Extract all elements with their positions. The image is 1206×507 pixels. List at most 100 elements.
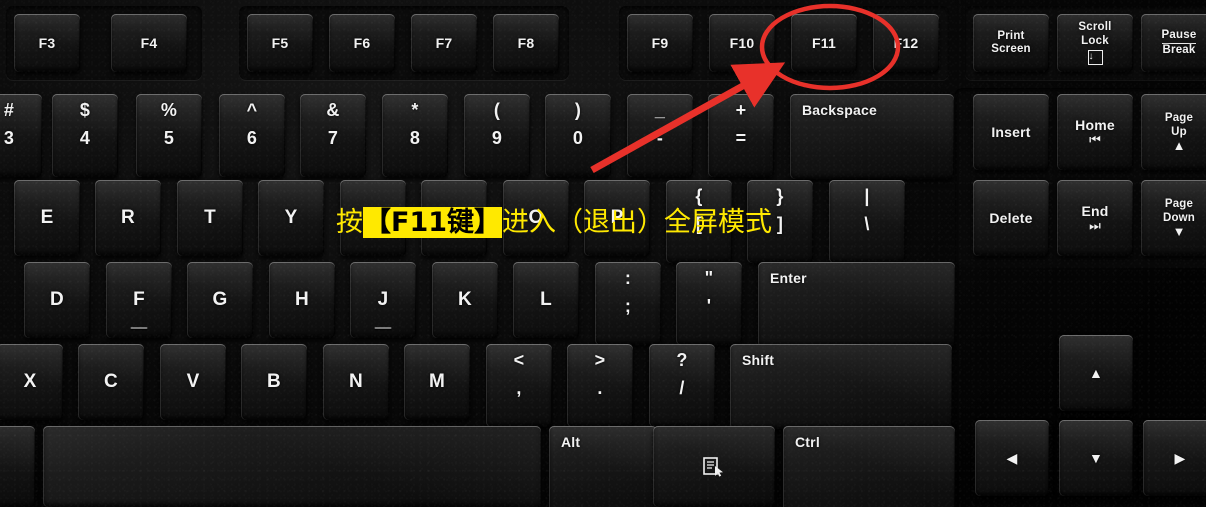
key-f5[interactable]: F5 xyxy=(247,14,313,72)
key-y[interactable]: Y xyxy=(258,180,324,256)
key-m[interactable]: M xyxy=(404,344,470,420)
key-c[interactable]: C xyxy=(78,344,144,420)
key-v[interactable]: V xyxy=(160,344,226,420)
key-key[interactable] xyxy=(653,426,775,507)
key-key[interactable]: " ' xyxy=(676,262,742,345)
arrow-left-key[interactable]: ◀ xyxy=(975,420,1049,496)
key-legend: B xyxy=(267,371,281,393)
key-legend-bottom: Up xyxy=(1171,125,1187,138)
key-legend: F4 xyxy=(140,34,158,51)
key-delete[interactable]: Delete xyxy=(973,180,1049,256)
caption-suffix: 进入（退出）全屏模式 xyxy=(502,207,773,238)
key-legend-lower: , xyxy=(516,377,522,398)
key-legend: F9 xyxy=(651,34,669,51)
key-key[interactable] xyxy=(0,426,35,507)
key-3[interactable]: #3 xyxy=(0,94,42,177)
key-legend: End xyxy=(1081,203,1109,220)
key-legend: T xyxy=(204,207,216,229)
key-legend-top: Scroll xyxy=(1078,21,1112,34)
key-key[interactable]: :; xyxy=(595,262,661,345)
key-f3[interactable]: F3 xyxy=(14,14,80,72)
key-print-screen[interactable]: Print Screen xyxy=(973,14,1049,72)
key-h[interactable]: H xyxy=(269,262,335,338)
key-legend: Y xyxy=(284,207,298,229)
key-7[interactable]: & 7 xyxy=(300,94,366,177)
key-legend: F3 xyxy=(38,34,56,51)
key-f11[interactable]: F11 xyxy=(791,14,857,72)
key-legend: ▲ xyxy=(1088,364,1104,381)
key-legend-lower: ] xyxy=(776,213,784,234)
instruction-caption: 按【F11键】进入（退出）全屏模式 xyxy=(336,200,772,239)
key-legend: Enter xyxy=(770,270,807,286)
key-f[interactable]: F xyxy=(106,262,172,338)
key-legend: F12 xyxy=(893,34,919,51)
keyboard-screenshot: F3 F4 F5 F6 F7 F8 F9 F10 F11 F12 Print Screen Scroll… xyxy=(0,0,1206,507)
key-key[interactable]: | \ xyxy=(829,180,905,263)
key-key[interactable]: _ - xyxy=(627,94,693,177)
key-legend-upper: * xyxy=(411,100,419,120)
key-legend-lower: 4 xyxy=(79,127,91,148)
key-legend-lower: ; xyxy=(624,295,632,316)
key-r[interactable]: R xyxy=(95,180,161,256)
key-legend: Shift xyxy=(742,352,775,368)
key-alt[interactable]: Alt xyxy=(549,426,657,507)
key-legend-top: Page xyxy=(1164,198,1194,211)
key-f9[interactable]: F9 xyxy=(627,14,693,72)
key-5[interactable]: % 5 xyxy=(136,94,202,177)
key-key[interactable]: ? / xyxy=(649,344,715,427)
key-enter[interactable]: Enter xyxy=(758,262,955,347)
key-l[interactable]: L xyxy=(513,262,579,338)
key-j[interactable]: J xyxy=(350,262,416,338)
key-key[interactable]: <, xyxy=(486,344,552,427)
key-legend-lower: = xyxy=(735,127,747,148)
key-legend: X xyxy=(23,371,37,393)
key-legend-lower: 7 xyxy=(327,127,339,148)
key-legend-lower: ' xyxy=(706,295,712,316)
key-backspace[interactable]: Backspace xyxy=(790,94,954,179)
key-8[interactable]: * 8 xyxy=(382,94,448,177)
key-9[interactable]: (9 xyxy=(464,94,530,177)
key-end[interactable]: End ⏭ xyxy=(1057,180,1133,256)
key-ctrl[interactable]: Ctrl xyxy=(783,426,955,507)
key-key[interactable]: + = xyxy=(708,94,774,177)
scroll-lock-icon: ↓ xyxy=(1087,49,1103,65)
key-f8[interactable]: F8 xyxy=(493,14,559,72)
key-insert[interactable]: Insert xyxy=(973,94,1049,170)
key-legend-upper: _ xyxy=(654,100,666,120)
key-f4[interactable]: F4 xyxy=(111,14,187,72)
key-f10[interactable]: F10 xyxy=(709,14,775,72)
key-legend-lower: - xyxy=(656,127,664,148)
key-0[interactable]: ) 0 xyxy=(545,94,611,177)
key-legend-lower: 3 xyxy=(3,127,15,148)
key-legend: C xyxy=(104,371,118,393)
key-f7[interactable]: F7 xyxy=(411,14,477,72)
key-legend: ◀ xyxy=(1006,449,1018,466)
key-f12[interactable]: F12 xyxy=(873,14,939,72)
triangle-down-icon: ▼ xyxy=(1172,223,1186,239)
key-g[interactable]: G xyxy=(187,262,253,338)
key-6[interactable]: ^ 6 xyxy=(219,94,285,177)
key-b[interactable]: B xyxy=(241,344,307,420)
key-f6[interactable]: F6 xyxy=(329,14,395,72)
key-shift[interactable]: Shift xyxy=(730,344,952,429)
key-n[interactable]: N xyxy=(323,344,389,420)
key-page-down[interactable]: Page Down ▼ xyxy=(1141,180,1206,256)
arrow-up-key[interactable]: ▲ xyxy=(1059,335,1133,411)
key-d[interactable]: D xyxy=(24,262,90,338)
key-page-up[interactable]: Page Up ▲ xyxy=(1141,94,1206,170)
key-key[interactable]: >. xyxy=(567,344,633,427)
key-e[interactable]: E xyxy=(14,180,80,256)
key-home[interactable]: Home ⏮ xyxy=(1057,94,1133,170)
key-4[interactable]: $4 xyxy=(52,94,118,177)
key-k[interactable]: K xyxy=(432,262,498,338)
key-x[interactable]: X xyxy=(0,344,63,420)
key-scroll-lock[interactable]: Scroll Lock ↓ xyxy=(1057,14,1133,72)
key-legend: E xyxy=(40,207,54,229)
key-pause-break[interactable]: Pause Break xyxy=(1141,14,1206,72)
caption-highlight: 【F11键】 xyxy=(363,207,503,238)
spacebar[interactable] xyxy=(43,426,541,507)
arrow-down-key[interactable]: ▼ xyxy=(1059,420,1133,496)
key-t[interactable]: T xyxy=(177,180,243,256)
arrow-right-key[interactable]: ▶ xyxy=(1143,420,1206,496)
key-legend: J xyxy=(377,289,389,311)
